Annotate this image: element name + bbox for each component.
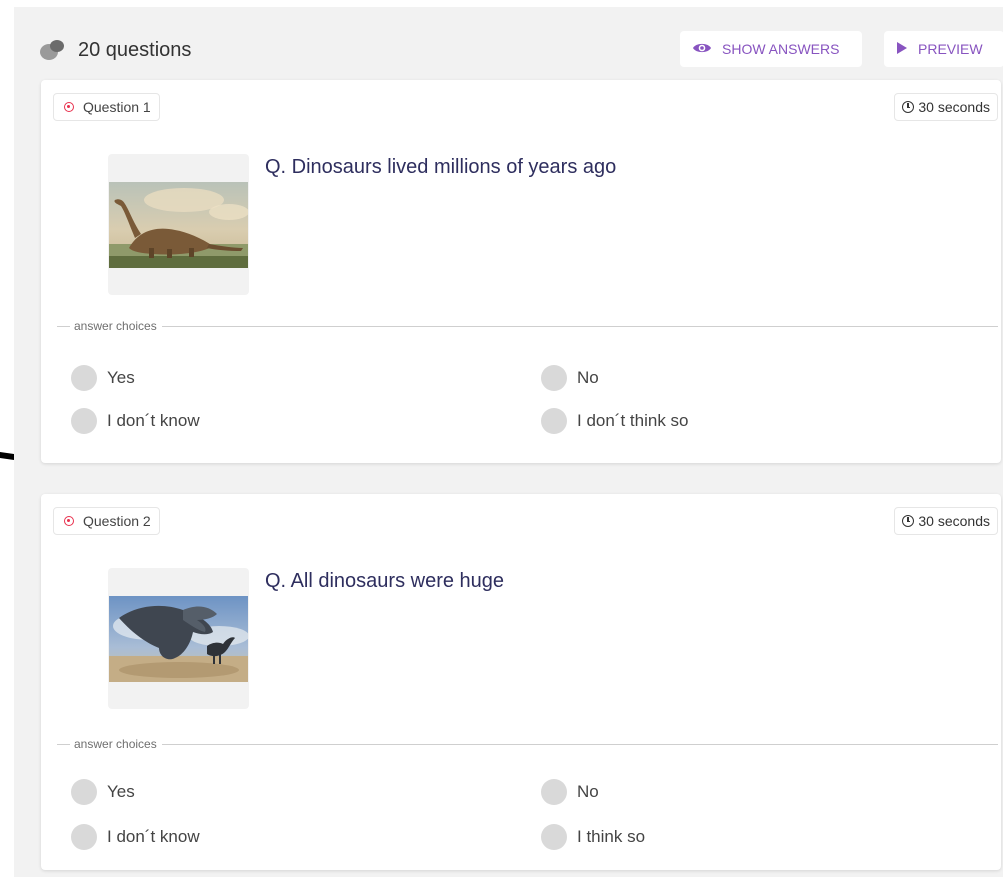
- questions-bubble-icon: [38, 38, 66, 62]
- question-count: 20 questions: [38, 38, 191, 62]
- choice-radio[interactable]: [71, 408, 97, 434]
- choice-label: Yes: [107, 782, 135, 801]
- choice-label: No: [577, 368, 599, 387]
- clock-icon: [902, 515, 915, 527]
- question-number-badge: Question 1: [53, 93, 160, 121]
- choice-label: Yes: [107, 368, 135, 387]
- time-limit-badge[interactable]: 30 seconds: [894, 93, 998, 121]
- question-number-badge: Question 2: [53, 507, 160, 535]
- target-icon: [64, 516, 74, 526]
- question-text: Q. All dinosaurs were huge: [265, 570, 505, 592]
- dinosaur-illustration-brachiosaurus: [109, 182, 248, 268]
- question-number-label: Question 2: [83, 513, 151, 529]
- choice-label: I think so: [577, 827, 646, 846]
- question-card: Question 2 30 seconds Q. All dinosaurs w…: [41, 494, 1001, 870]
- target-icon: [64, 102, 74, 112]
- question-text: Q. Dinosaurs lived millions of years ago: [265, 156, 617, 178]
- question-image[interactable]: [108, 154, 249, 295]
- questions-header: 20 questions SHOW ANSWERS PREVIEW: [38, 30, 1003, 70]
- choice-radio[interactable]: [541, 365, 567, 391]
- answer-choice[interactable]: No: [541, 365, 599, 391]
- choice-radio[interactable]: [541, 779, 567, 805]
- choice-label: I don´t think so: [577, 411, 689, 430]
- clock-icon: [902, 101, 915, 113]
- question-number-label: Question 1: [83, 99, 151, 115]
- dinosaur-illustration-trex: [109, 596, 248, 682]
- time-limit-label: 30 seconds: [918, 513, 990, 529]
- choice-radio[interactable]: [541, 824, 567, 850]
- question-image[interactable]: [108, 568, 249, 709]
- choice-radio[interactable]: [541, 408, 567, 434]
- question-card: Question 1 30 seconds Q. Dinosaurs lived…: [41, 80, 1001, 463]
- show-answers-button[interactable]: SHOW ANSWERS: [680, 31, 862, 67]
- answer-choice[interactable]: Yes: [71, 365, 135, 391]
- answer-choice[interactable]: Yes: [71, 779, 135, 805]
- answer-choices-divider: answer choices: [57, 736, 998, 752]
- choice-label: I don´t know: [107, 411, 200, 430]
- answer-choice[interactable]: I don´t think so: [541, 408, 689, 434]
- answer-choice[interactable]: No: [541, 779, 599, 805]
- choice-label: No: [577, 782, 599, 801]
- play-icon: [896, 41, 908, 58]
- answer-choices-label: answer choices: [74, 737, 157, 751]
- question-count-text: 20 questions: [78, 38, 192, 61]
- show-answers-label: SHOW ANSWERS: [722, 41, 840, 57]
- choice-radio[interactable]: [71, 365, 97, 391]
- answer-choice[interactable]: I don´t know: [71, 824, 200, 850]
- answer-choices-label: answer choices: [74, 319, 157, 333]
- left-edge-mark: [0, 452, 14, 460]
- time-limit-label: 30 seconds: [918, 99, 990, 115]
- choice-radio[interactable]: [71, 824, 97, 850]
- eye-icon: [692, 41, 712, 58]
- choice-radio[interactable]: [71, 779, 97, 805]
- answer-choice[interactable]: I think so: [541, 824, 645, 850]
- preview-button[interactable]: PREVIEW: [884, 31, 1003, 67]
- choice-label: I don´t know: [107, 827, 200, 846]
- preview-label: PREVIEW: [918, 41, 983, 57]
- time-limit-badge[interactable]: 30 seconds: [894, 507, 998, 535]
- answer-choice[interactable]: I don´t know: [71, 408, 200, 434]
- answer-choices-divider: answer choices: [57, 318, 998, 334]
